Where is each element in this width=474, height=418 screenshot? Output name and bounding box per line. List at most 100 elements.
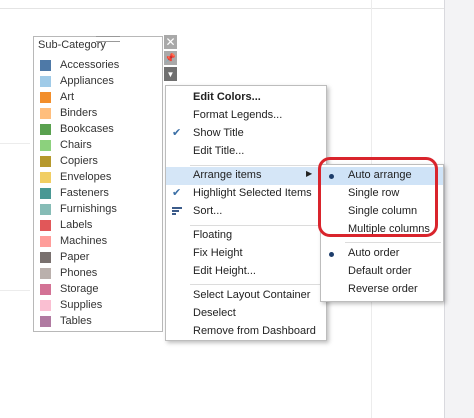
menu-item-label: Format Legends... (193, 109, 283, 121)
legend-swatch (40, 123, 51, 135)
color-legend[interactable]: Sub-Category Accessories Appliances Art Bin… (33, 36, 163, 332)
menu-item-floating[interactable]: Floating (166, 227, 326, 245)
menu-item-fix-height[interactable]: Fix Height (166, 245, 326, 263)
legend-swatch (40, 283, 51, 295)
legend-item-label: Accessories (60, 59, 120, 71)
menu-item-label: Edit Colors... (193, 91, 261, 103)
layout-guide-horizontal (0, 290, 30, 291)
submenu-arrow-icon: ▶ (306, 169, 313, 178)
menu-item-arrange-items[interactable]: Arrange items ▶ (166, 167, 326, 185)
legend-item-label: Appliances (60, 75, 114, 87)
checkmark-icon: ✔ (172, 127, 182, 139)
legend-swatch (40, 219, 51, 231)
menu-item-highlight-selected[interactable]: ✔ Highlight Selected Items (166, 185, 326, 203)
legend-swatch (40, 315, 51, 327)
menu-item-deselect[interactable]: Deselect (166, 305, 326, 323)
legend-item-label: Tables (60, 315, 92, 327)
layout-guide-horizontal (0, 143, 30, 144)
menu-item-format-legends[interactable]: Format Legends... (166, 107, 326, 125)
legend-item-label: Art (60, 91, 75, 103)
legend-item-label: Furnishings (60, 203, 117, 215)
top-divider (0, 8, 474, 9)
legend-swatch (40, 251, 51, 263)
submenu-item-default-order[interactable]: Default order (321, 263, 443, 281)
menu-item-label: Deselect (193, 307, 236, 319)
menu-item-label: Sort... (193, 205, 223, 217)
legend-item-label: Binders (60, 107, 98, 119)
legend-item[interactable]: Storage (40, 281, 119, 297)
submenu-item-auto-order[interactable]: Auto order (321, 245, 443, 263)
legend-item[interactable]: Binders (40, 105, 119, 121)
dashboard-canvas: Sub-Category Accessories Appliances Art Bin… (0, 0, 474, 418)
menu-item-edit-height[interactable]: Edit Height... (166, 263, 326, 281)
menu-item-label: Show Title (193, 127, 244, 139)
selected-radio-icon (329, 252, 334, 257)
legend-swatch (40, 75, 51, 87)
dropdown-arrow-icon[interactable]: ▼ (164, 67, 177, 81)
legend-item-label: Copiers (60, 155, 98, 167)
menu-item-select-layout-container[interactable]: Select Layout Container (166, 287, 326, 305)
legend-item[interactable]: Accessories (40, 57, 119, 73)
menu-item-edit-title[interactable]: Edit Title... (166, 143, 326, 161)
legend-item-label: Paper (60, 251, 90, 263)
legend-context-menu: Edit Colors... Format Legends... ✔ Show … (165, 85, 327, 341)
menu-separator (190, 284, 324, 285)
legend-item-label: Phones (60, 267, 98, 279)
legend-item[interactable]: Tables (40, 313, 119, 329)
pin-icon[interactable]: 📌 (164, 51, 177, 65)
right-side-panel (444, 0, 474, 418)
legend-item-list: Accessories Appliances Art Binders Bookcases… (40, 57, 119, 329)
menu-item-label: Edit Height... (193, 265, 256, 277)
legend-item[interactable]: Chairs (40, 137, 119, 153)
legend-item[interactable]: Paper (40, 249, 119, 265)
legend-swatch (40, 299, 51, 311)
menu-item-label: Fix Height (193, 247, 243, 259)
menu-item-label: Floating (193, 229, 233, 241)
legend-item[interactable]: Art (40, 89, 119, 105)
legend-item[interactable]: Copiers (40, 153, 119, 169)
menu-item-label: Edit Title... (193, 145, 245, 157)
legend-item-label: Labels (60, 219, 93, 231)
legend-item[interactable]: Envelopes (40, 169, 119, 185)
legend-item[interactable]: Labels (40, 217, 119, 233)
legend-swatch (40, 235, 51, 247)
legend-swatch (40, 59, 51, 71)
legend-item[interactable]: Appliances (40, 73, 119, 89)
legend-swatch (40, 139, 51, 151)
legend-item-label: Machines (60, 235, 108, 247)
legend-item[interactable]: Fasteners (40, 185, 119, 201)
menu-item-label: Highlight Selected Items (193, 187, 312, 199)
annotation-highlight-outline (318, 157, 438, 237)
checkmark-icon: ✔ (172, 187, 182, 199)
submenu-item-reverse-order[interactable]: Reverse order (321, 281, 443, 299)
legend-item-label: Bookcases (60, 123, 114, 135)
menu-item-remove-from-dashboard[interactable]: Remove from Dashboard (166, 323, 326, 341)
menu-item-sort[interactable]: Sort... (166, 203, 326, 221)
submenu-item-label: Reverse order (348, 283, 418, 295)
legend-swatch (40, 203, 51, 215)
menu-separator (190, 165, 324, 166)
legend-swatch (40, 171, 51, 183)
close-icon[interactable]: ✕ (164, 35, 177, 49)
legend-swatch (40, 107, 51, 119)
legend-item-label: Chairs (60, 139, 92, 151)
menu-item-label: Arrange items (193, 169, 262, 181)
legend-item-label: Storage (60, 283, 99, 295)
legend-item[interactable]: Furnishings (40, 201, 119, 217)
menu-separator (190, 225, 324, 226)
menu-item-label: Select Layout Container (193, 289, 311, 301)
legend-swatch (40, 155, 51, 167)
legend-swatch (40, 91, 51, 103)
legend-item-label: Supplies (60, 299, 103, 311)
legend-item[interactable]: Phones (40, 265, 119, 281)
menu-item-show-title[interactable]: ✔ Show Title (166, 125, 326, 143)
legend-swatch (40, 187, 51, 199)
sort-icon (172, 207, 182, 217)
submenu-item-label: Default order (348, 265, 412, 277)
legend-item[interactable]: Machines (40, 233, 119, 249)
legend-item[interactable]: Bookcases (40, 121, 119, 137)
legend-item-label: Fasteners (60, 187, 109, 199)
legend-title: Sub-Category (38, 39, 106, 51)
menu-item-edit-colors[interactable]: Edit Colors... (166, 89, 326, 107)
legend-item[interactable]: Supplies (40, 297, 119, 313)
